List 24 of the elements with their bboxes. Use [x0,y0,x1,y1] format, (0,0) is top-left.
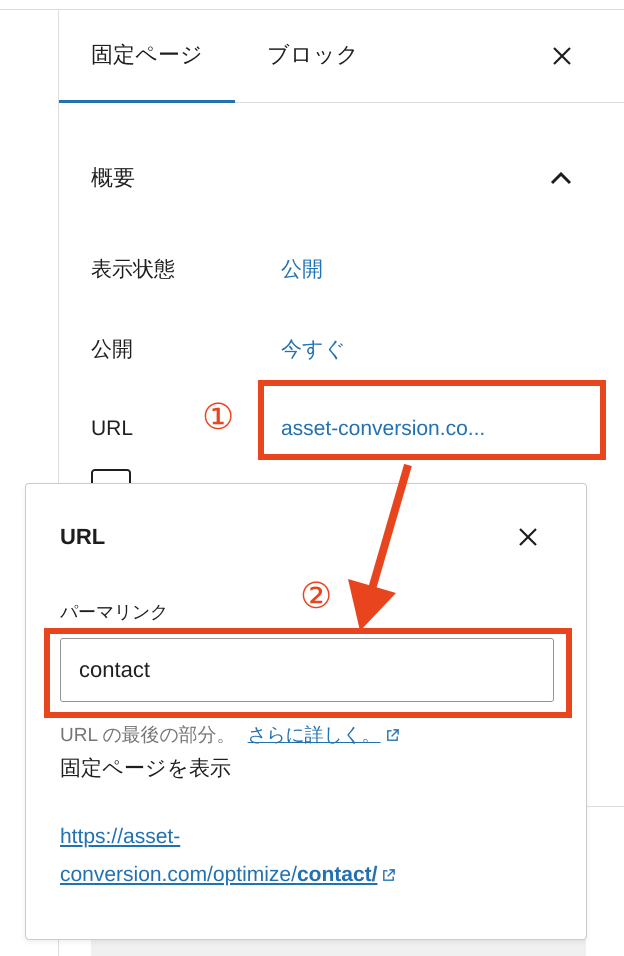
field-value-link[interactable]: 公開 [281,255,323,283]
popover-title: URL [60,524,106,550]
field-value-link[interactable]: 今すぐ [281,335,346,363]
page-url-link[interactable]: conversion.com/optimize/contact/ [60,863,378,887]
field-label: 公開 [91,337,134,363]
field-label: パーマリンク [60,601,168,624]
help-text: URL の最後の部分。 [60,724,236,748]
close-icon[interactable] [518,527,538,547]
external-link-icon [381,868,396,882]
page-url-link[interactable]: https://asset- [60,825,180,849]
sidebar-tab[interactable]: ブロック [235,10,391,103]
learn-more-link[interactable]: さらに詳しく。 [248,722,381,748]
field-value-link[interactable]: asset-conversion.co... [281,417,486,441]
view-page-label: 固定ページを表示 [60,756,232,782]
external-link-icon [384,728,400,742]
panel-title: 概要 [91,164,135,192]
field-label: 表示状態 [91,257,176,283]
close-icon[interactable] [552,46,572,66]
chevron-icon[interactable] [550,171,572,185]
permalink-field[interactable]: contact [60,638,554,702]
callout-number: ② [300,578,332,614]
field-label: URL [91,417,134,441]
sidebar-tab[interactable]: 固定ページ [59,10,235,103]
callout-number: ① [202,399,234,435]
